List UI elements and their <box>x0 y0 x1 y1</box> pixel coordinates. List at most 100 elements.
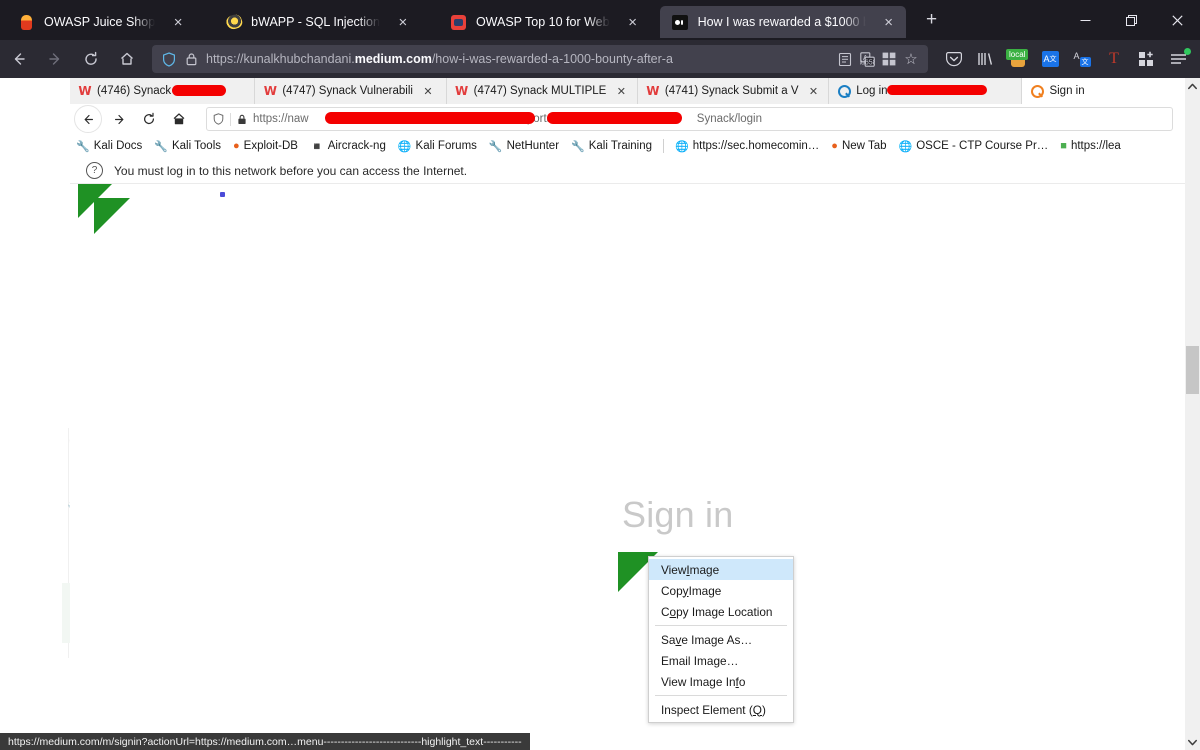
context-menu-item-view-image[interactable]: View Image <box>649 559 793 580</box>
bookmark-label: Kali Tools <box>171 140 221 152</box>
context-menu-item-view-image-info[interactable]: View Image In f o <box>649 671 793 692</box>
globe-icon: 🌐 <box>675 140 689 153</box>
bookmark-kali-tools[interactable]: 🔧 Kali Tools <box>148 140 227 153</box>
context-menu-item-save-image-as[interactable]: Sa v e Image As… <box>649 629 793 650</box>
maximize-button[interactable] <box>1108 0 1154 40</box>
text-tool-icon[interactable]: T <box>1098 44 1130 74</box>
close-icon[interactable]: × <box>390 9 416 35</box>
bookmarks-bar: 🔧 Kali Docs 🔧 Kali Tools ● Exploit-DB ◾ Airc… <box>70 134 1185 158</box>
inner-tab-synack-4746[interactable]: W (4746) Synack ✕ <box>70 78 256 104</box>
translate-icon[interactable]: A\u6587 <box>856 49 878 69</box>
bookmark-label: Aircrack-ng <box>327 140 386 152</box>
bookmark-sec-homecoming[interactable]: 🌐 https://sec.homecomin… <box>669 140 825 153</box>
bookmark-star-icon[interactable]: ☆ <box>900 49 922 69</box>
back-button[interactable] <box>2 43 36 75</box>
outer-tab-owasp-juice-shop[interactable]: OWASP Juice Shop × <box>6 6 195 38</box>
url-bar[interactable]: https://kunalkhubchandani.medium.com/how… <box>152 45 928 73</box>
inner-tab-log-in[interactable]: Log in ✕ <box>829 78 1023 104</box>
globe-icon: 🌐 <box>397 140 412 153</box>
inner-tab-label: (4747) Synack MULTIPLE <box>473 85 607 97</box>
menu-label-after: Image <box>688 583 722 598</box>
context-menu-item-copy-image[interactable]: Cop y Image <box>649 580 793 601</box>
inner-home-button[interactable] <box>166 106 192 132</box>
bookmark-osce-ctp[interactable]: 🌐 OSCE - CTP Course Pr… <box>893 140 1055 153</box>
close-window-button[interactable] <box>1154 0 1200 40</box>
inner-forward-button[interactable] <box>106 106 132 132</box>
bookmark-new-tab[interactable]: ● New Tab <box>825 140 892 152</box>
translate-extension-icon[interactable]: A文 <box>1034 44 1066 74</box>
bookmark-aircrack-ng[interactable]: ◾ Aircrack-ng <box>304 140 392 153</box>
bookmark-nethunter[interactable]: 🔧 NetHunter <box>483 140 565 153</box>
urlbar-divider <box>230 112 231 126</box>
context-menu-item-copy-image-location[interactable]: Co py Image Location <box>649 601 793 622</box>
bookmark-kali-training[interactable]: 🔧 Kali Training <box>565 140 658 153</box>
bookmark-exploit-db[interactable]: ● Exploit-DB <box>227 140 304 152</box>
local-extension-icon[interactable]: local <box>1002 44 1034 74</box>
translate-extension-2-icon[interactable]: A 文 <box>1066 44 1098 74</box>
outer-tab-bwapp-sql-injection[interactable]: bWAPP - SQL Injection × <box>213 6 420 38</box>
status-bar: https://medium.com/m/signin?actionUrl=ht… <box>0 733 530 750</box>
extensions-toolbar: local A文 A 文 T <box>938 44 1200 74</box>
close-icon[interactable]: ✕ <box>614 84 628 98</box>
inner-tab-sign-in[interactable]: Sign in <box>1022 78 1185 104</box>
pocket-icon[interactable] <box>938 44 970 74</box>
shield-icon[interactable] <box>158 49 180 69</box>
outer-tab-owasp-top-10[interactable]: OWASP Top 10 for Web × <box>438 6 650 38</box>
close-icon[interactable]: × <box>876 9 902 35</box>
aircrack-icon: ◾ <box>309 140 324 153</box>
outer-tab-title: bWAPP - SQL Injection <box>251 15 380 29</box>
owasp-icon <box>450 14 467 31</box>
new-tab-button[interactable]: + <box>918 6 946 34</box>
close-icon[interactable]: × <box>620 9 646 35</box>
close-icon[interactable]: × <box>165 9 191 35</box>
app-menu-icon[interactable] <box>1162 44 1194 74</box>
url-domain: medium.com <box>354 52 432 66</box>
bookmark-label: Kali Training <box>588 140 653 152</box>
inner-url-text: https://naw/portal/Synack/login <box>247 113 762 125</box>
bwapp-bee-icon <box>223 12 244 32</box>
scroll-up-arrow-icon[interactable] <box>1185 78 1200 94</box>
outer-tab-medium-article[interactable]: How I was rewarded a $1000 bo × <box>659 6 906 38</box>
inner-page-body: Sign in View Image Cop y Image Co py Image… <box>70 184 1185 750</box>
wrench-icon: 🔧 <box>571 140 585 153</box>
vertical-scrollbar[interactable] <box>1185 78 1200 750</box>
lock-icon[interactable] <box>180 49 202 69</box>
screenshot-icon[interactable] <box>878 49 900 69</box>
inner-shield-icon[interactable] <box>213 113 224 125</box>
scroll-down-arrow-icon[interactable] <box>1185 734 1200 750</box>
inner-tab-synack-submit[interactable]: W (4741) Synack Submit a V ✕ <box>637 78 830 104</box>
inner-tab-strip: W (4746) Synack ✕ W (4747) Synack Vulner… <box>70 78 1185 105</box>
inner-tab-synack-multiple[interactable]: W (4747) Synack MULTIPLE ✕ <box>446 78 638 104</box>
synack-w-icon: W <box>78 84 92 98</box>
reader-view-icon[interactable] <box>834 49 856 69</box>
close-icon[interactable]: ✕ <box>896 84 910 98</box>
context-menu-item-inspect-element[interactable]: Inspect Element (Q) <box>649 699 793 720</box>
inner-tab-synack-vulnerability[interactable]: W (4747) Synack Vulnerabili ✕ <box>255 78 447 104</box>
bookmark-kali-docs[interactable]: 🔧 Kali Docs <box>70 140 148 153</box>
close-icon[interactable]: ✕ <box>807 84 821 98</box>
blue-dot-marker <box>220 192 225 197</box>
update-badge <box>1184 48 1191 55</box>
extensions-grid-icon[interactable] <box>1130 44 1162 74</box>
bookmark-lea[interactable]: ■ https://lea <box>1054 140 1127 152</box>
close-icon[interactable]: ✕ <box>421 84 435 98</box>
menu-label-before: Email Image… <box>661 653 739 668</box>
scrollbar-thumb[interactable] <box>1186 346 1199 394</box>
notification-text: You must log in to this network before y… <box>114 163 468 178</box>
firefox-icon: ● <box>831 140 838 152</box>
reload-button[interactable] <box>74 43 108 75</box>
home-button[interactable] <box>110 43 144 75</box>
close-icon[interactable]: ✕ <box>179 84 193 98</box>
globe-icon: 🌐 <box>898 140 913 153</box>
inner-lock-icon[interactable] <box>237 114 247 125</box>
inner-url-bar[interactable]: https://naw/portal/Synack/login <box>206 107 1173 131</box>
library-icon[interactable] <box>970 44 1002 74</box>
context-menu-item-email-image[interactable]: Email Image… <box>649 650 793 671</box>
bookmark-kali-forums[interactable]: 🌐 Kali Forums <box>392 140 483 153</box>
minimize-button[interactable] <box>1062 0 1108 40</box>
green-arrow-annotation-top <box>78 184 148 240</box>
inner-tab-label: (4746) Synack <box>97 85 172 97</box>
forward-button[interactable] <box>38 43 72 75</box>
inner-back-button[interactable] <box>74 105 102 133</box>
inner-reload-button[interactable] <box>136 106 162 132</box>
